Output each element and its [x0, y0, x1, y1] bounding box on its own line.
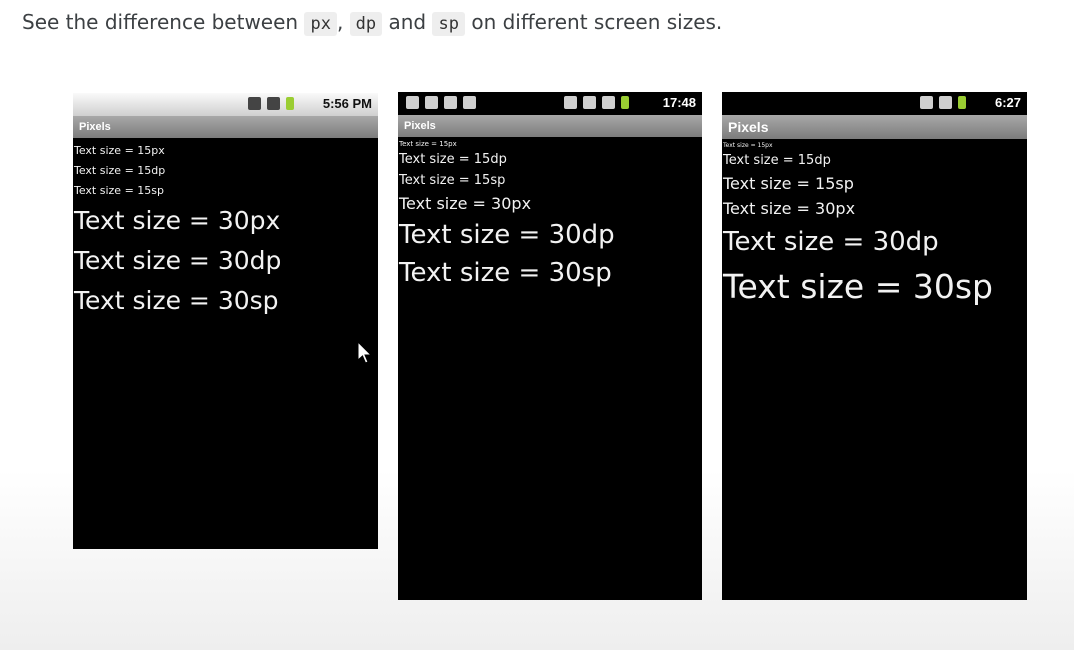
phone-screenshot-3: 6:27 Pixels Text size = 15px Text size =…: [722, 92, 1027, 600]
sim-icon: [248, 97, 261, 110]
text-line-30sp: Text size = 30sp: [399, 258, 612, 288]
text-line-30dp: Text size = 30dp: [399, 220, 615, 250]
android-icon: [463, 96, 476, 109]
intro-sep1: ,: [336, 10, 350, 34]
signal-icon: [267, 97, 280, 110]
sync-icon: [564, 96, 577, 109]
signal-icon: [939, 96, 952, 109]
text-line-30sp: Text size = 30sp: [74, 286, 279, 315]
status-icons-left: [406, 96, 476, 109]
app-title-bar: Pixels: [722, 115, 1027, 139]
text-line-30dp: Text size = 30dp: [74, 246, 282, 275]
status-time: 5:56 PM: [322, 96, 372, 111]
text-lines: Text size = 15px Text size = 15dp Text s…: [73, 138, 378, 321]
status-bar: 17:48: [398, 92, 702, 115]
sd-card-icon: [920, 96, 933, 109]
battery-icon: [286, 97, 294, 110]
sd-card-icon: [583, 96, 596, 109]
intro-text: See the difference between px, dp and sp…: [22, 10, 723, 36]
app-title-bar: Pixels: [73, 116, 378, 138]
text-line-30px: Text size = 30px: [723, 199, 856, 218]
usb-icon: [444, 96, 457, 109]
phone-screenshot-2: 17:48 Pixels Text size = 15px Text size …: [398, 92, 702, 600]
text-lines: Text size = 15px Text size = 15dp Text s…: [722, 139, 1027, 312]
battery-icon: [621, 96, 629, 109]
signal-icon: [602, 96, 615, 109]
text-line-15dp: Text size = 15dp: [74, 164, 166, 177]
intro-after: on different screen sizes.: [464, 10, 723, 34]
text-line-15px: Text size = 15px: [723, 142, 773, 149]
text-lines: Text size = 15px Text size = 15dp Text s…: [398, 137, 702, 292]
text-line-30px: Text size = 30px: [399, 194, 532, 213]
phone-screenshot-1: 5:56 PM Pixels Text size = 15px Text siz…: [73, 93, 378, 549]
status-time: 17:48: [662, 95, 696, 110]
text-line-15px: Text size = 15px: [74, 144, 165, 157]
status-icons: [920, 96, 966, 109]
app-title-bar: Pixels: [398, 115, 702, 137]
code-dp: dp: [349, 12, 383, 36]
text-line-15sp: Text size = 15sp: [74, 184, 164, 197]
status-icons: [248, 97, 294, 110]
twitter-icon: [425, 96, 438, 109]
text-line-30px: Text size = 30px: [74, 206, 281, 235]
briefcase-icon: [406, 96, 419, 109]
status-bar: 6:27: [722, 92, 1027, 115]
text-line-15dp: Text size = 15dp: [723, 153, 831, 168]
intro-before: See the difference between: [22, 10, 305, 34]
text-line-30dp: Text size = 30dp: [723, 227, 939, 257]
code-px: px: [304, 12, 337, 36]
text-line-15dp: Text size = 15dp: [399, 152, 507, 167]
text-line-30sp: Text size = 30sp: [723, 267, 993, 306]
battery-icon: [958, 96, 966, 109]
mouse-cursor-icon: [357, 341, 373, 364]
intro-sep2: and: [382, 10, 433, 34]
code-sp: sp: [432, 12, 465, 36]
text-line-15px: Text size = 15px: [399, 140, 457, 148]
status-time: 6:27: [994, 95, 1021, 110]
status-bar: 5:56 PM: [73, 93, 378, 116]
text-line-15sp: Text size = 15sp: [399, 173, 506, 188]
text-line-15sp: Text size = 15sp: [723, 174, 854, 193]
status-icons-right: [564, 96, 629, 109]
